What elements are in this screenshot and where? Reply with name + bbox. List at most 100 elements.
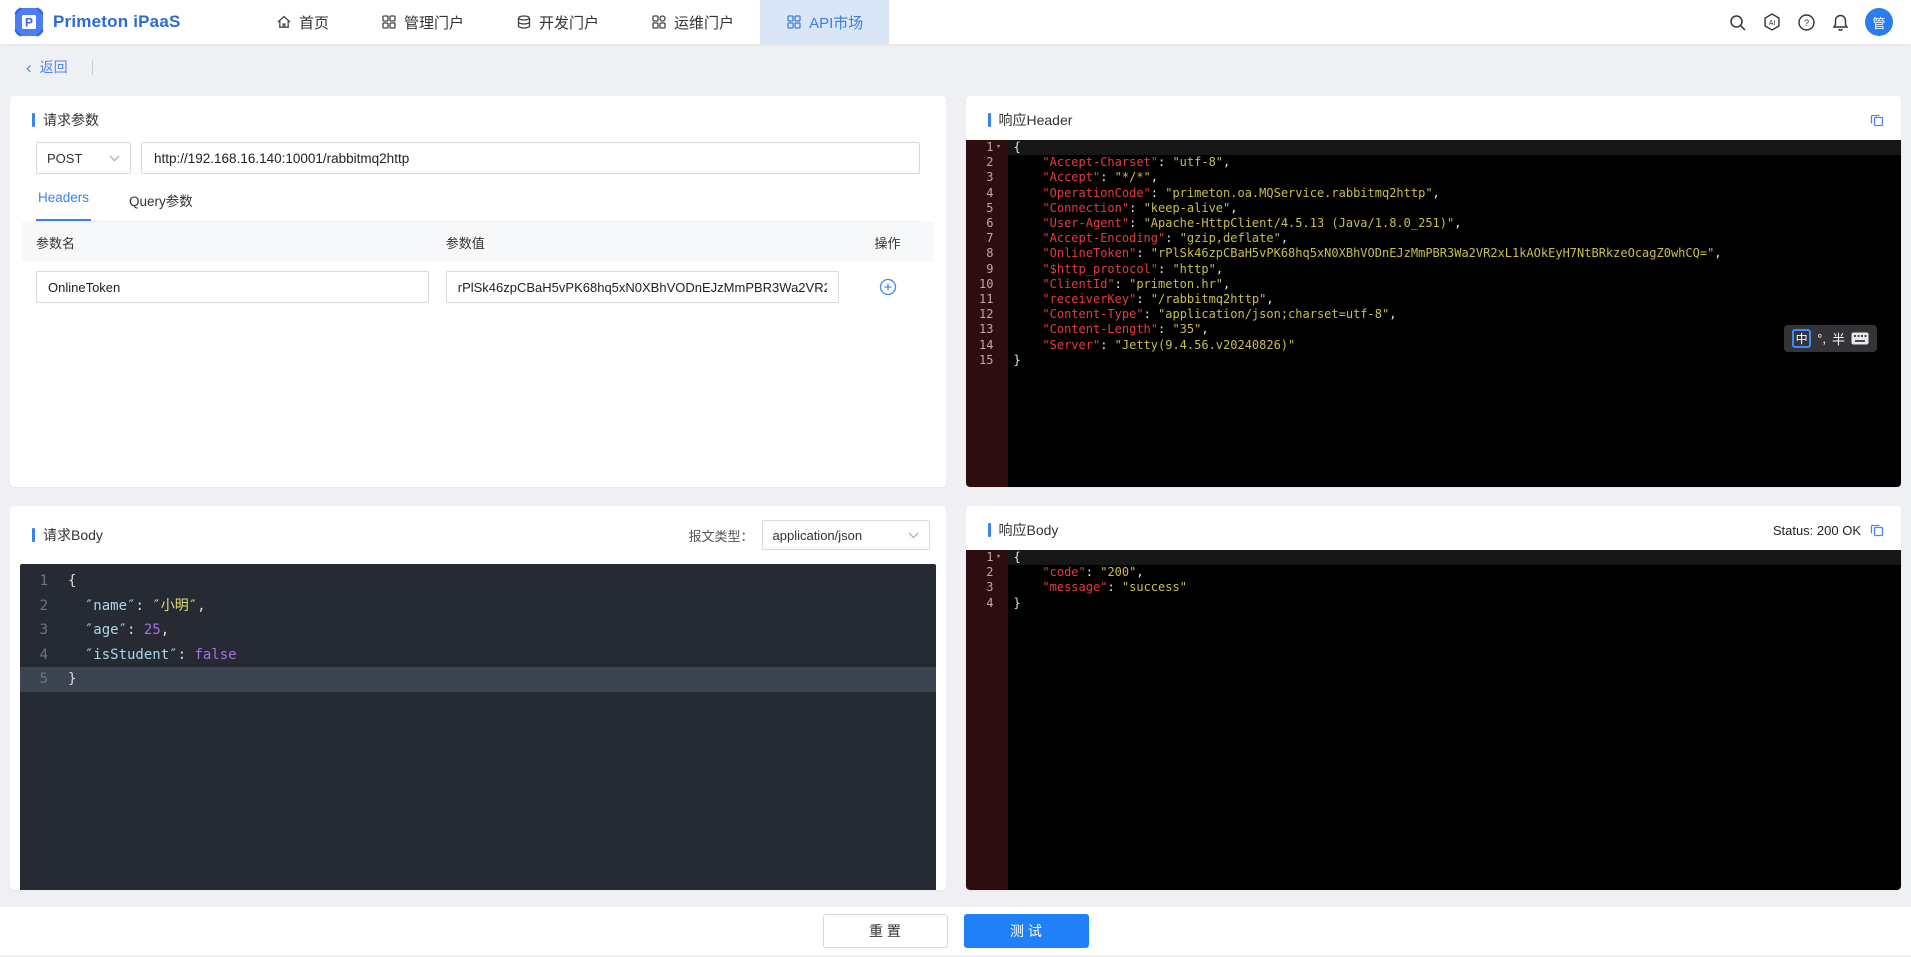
app-logo-icon: P [14,7,44,37]
response-body-panel: 响应Body Status: 200 OK 1▾{2 "code": "200"… [966,506,1902,890]
params-table: 参数名 参数值 操作 [22,222,934,312]
line-number: 3 [966,170,1008,185]
content-type-select[interactable]: application/json [762,520,930,550]
url-input[interactable] [141,142,920,174]
breadcrumb-divider [92,60,93,75]
nav-item-label: API市场 [809,12,863,33]
method-value: POST [47,151,99,166]
col-actions: 操作 [856,233,920,252]
nav-item-admin-portal[interactable]: 管理门户 [355,0,490,44]
col-param-name: 参数名 [36,233,446,252]
line-number: 2 [966,565,1008,580]
copy-button[interactable] [1869,112,1885,128]
svg-text:?: ? [1804,18,1809,29]
line-number: 3 [20,618,62,643]
nav-item-api-market[interactable]: API市场 [760,0,889,44]
code-line: 5 "Connection": "keep-alive", [966,201,1902,216]
params-table-header: 参数名 参数值 操作 [22,222,934,262]
content-type-value: application/json [773,528,898,543]
response-header-head: 响应Header [966,96,1902,140]
code-line: 2 "code": "200", [966,565,1902,580]
copy-button[interactable] [1869,522,1885,538]
brand-name: Primeton iPaaS [53,12,181,32]
col-param-value: 参数值 [446,233,856,252]
code-line: 8 "OnlineToken": "rPlSk46zpCBaH5vPK68hq5… [966,246,1902,261]
line-number: 13 [966,322,1008,337]
ime-punctuation[interactable]: °, [1817,331,1826,346]
line-number: 7 [966,231,1008,246]
line-number: 15 [966,353,1008,368]
add-param-button[interactable] [879,278,897,296]
action-bar: 重 置 测 试 [0,907,1911,955]
nav-item-label: 管理门户 [404,12,464,33]
code-line: 13 "Content-Length": "35", [966,322,1902,337]
code-line: 2 "Accept-Charset": "utf-8", [966,155,1902,170]
ai-icon[interactable]: AI [1762,12,1782,32]
reset-button[interactable]: 重 置 [823,914,948,948]
code-line: 7 "Accept-Encoding": "gzip,deflate", [966,231,1902,246]
plus-circle-icon [879,278,897,296]
code-line: 4 ″isStudent″: false [20,643,936,668]
main-content: 请求参数 POST Headers Query参数 参数名 参数值 操作 [0,90,1911,890]
tab-query-params[interactable]: Query参数 [127,190,195,221]
fold-arrow-icon[interactable]: ▾ [994,140,1004,155]
user-avatar[interactable]: 管 [1865,8,1893,36]
panel-title: 响应Body [988,520,1059,540]
param-tabs: Headers Query参数 [36,190,920,222]
line-number: 2 [966,155,1008,170]
code-line: 1{ [20,569,936,594]
line-number: 4 [966,596,1008,611]
response-header-code: 1▾{2 "Accept-Charset": "utf-8",3 "Accept… [966,140,1902,487]
nav-item-home[interactable]: 首页 [250,0,355,44]
code-line: 12 "Content-Type": "application/json;cha… [966,307,1902,322]
response-body-head: 响应Body Status: 200 OK [966,506,1902,550]
line-number: 5 [20,667,62,692]
svg-text:AI: AI [1769,20,1776,27]
test-button[interactable]: 测 试 [964,914,1089,948]
keyboard-icon[interactable] [1851,332,1869,345]
line-number: 4 [20,643,62,668]
home-icon [276,14,292,30]
param-name-input[interactable] [36,271,429,303]
code-line: 15} [966,353,1902,368]
bell-icon[interactable] [1831,13,1850,32]
method-select[interactable]: POST [36,142,131,174]
code-line: 14 "Server": "Jetty(9.4.56.v20240826)" [966,338,1902,353]
ime-half-width[interactable]: 半 [1832,329,1845,348]
code-line: 9 "$http_protocol": "http", [966,262,1902,277]
copy-icon [1869,112,1885,128]
line-number: 4 [966,186,1008,201]
line-number: 9 [966,262,1008,277]
code-line: 3 "message": "success" [966,580,1902,595]
help-icon[interactable]: ? [1797,13,1816,32]
code-line: 3 "Accept": "*/*", [966,170,1902,185]
code-line: 10 "ClientId": "primeton.hr", [966,277,1902,292]
param-value-input[interactable] [446,271,839,303]
code-line: 4 "OperationCode": "primeton.oa.MQServic… [966,186,1902,201]
ime-chinese-mode-icon[interactable]: 中 [1792,329,1811,348]
line-number: 1▾ [966,550,1008,565]
apps-grid-icon [381,14,397,30]
apps-grid-icon [786,14,802,30]
tab-headers[interactable]: Headers [36,190,91,221]
code-line: 1▾{ [966,550,1902,565]
code-line: 1▾{ [966,140,1902,155]
nav-item-dev-portal[interactable]: 开发门户 [490,0,625,44]
chevron-down-icon [908,532,919,539]
panel-title: 请求Body [32,525,103,545]
nav-item-label: 运维门户 [674,12,734,33]
brand: P Primeton iPaaS [0,7,250,37]
nav-item-ops-portal[interactable]: 运维门户 [625,0,760,44]
search-icon[interactable] [1728,13,1747,32]
line-number: 3 [966,580,1008,595]
code-line: 4} [966,596,1902,611]
code-line: 5} [20,667,936,692]
back-link[interactable]: ‹ 返回 [26,57,68,77]
line-number: 5 [966,201,1008,216]
line-number: 1 [20,569,62,594]
fold-arrow-icon[interactable]: ▾ [994,550,1004,565]
line-number: 6 [966,216,1008,231]
request-body-head: 请求Body 报文类型： application/json [10,506,946,560]
request-body-editor[interactable]: 1{2 ″name″: ″小明″,3 ″age″: 25,4 ″isStuden… [20,564,936,890]
line-number: 14 [966,338,1008,353]
